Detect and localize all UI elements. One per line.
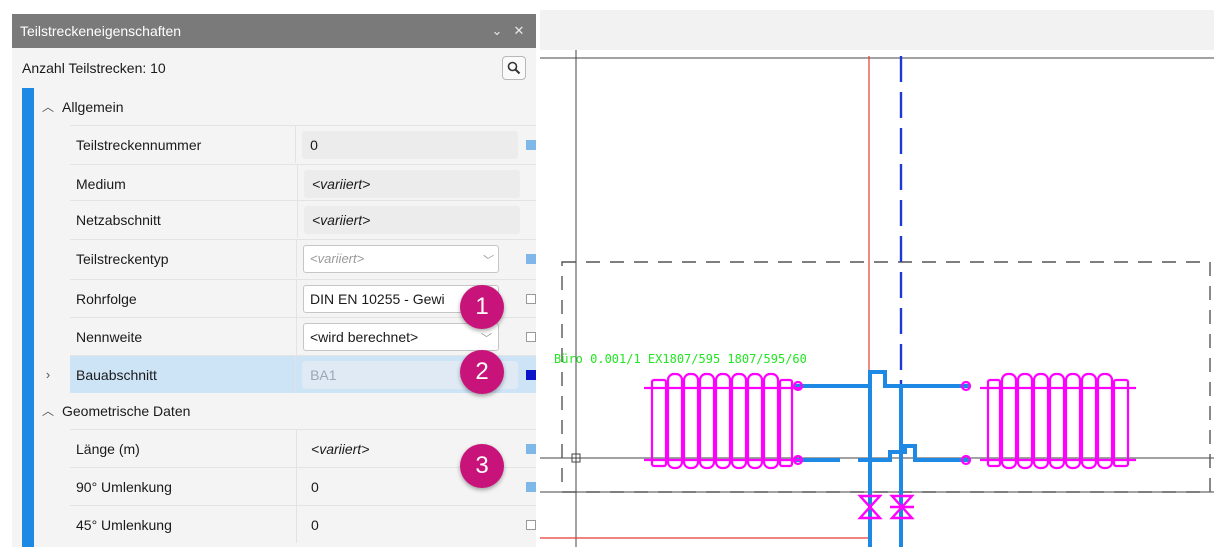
count-row: Anzahl Teilstrecken: 10 — [12, 48, 536, 88]
row-label: Nennweite — [70, 318, 297, 355]
flag-square[interactable] — [526, 481, 536, 492]
row-label: Teilstreckennummer — [70, 126, 297, 163]
umlenkung-45-value[interactable]: 0 — [303, 517, 319, 533]
row-label: Medium — [70, 165, 298, 202]
callout-badge-1: 1 — [460, 285, 504, 329]
accent-bar — [22, 88, 34, 547]
chevron-up-icon: ︿ — [41, 100, 54, 114]
nennweite-value: <wird berechnet> — [310, 328, 419, 345]
netzabschnitt-field[interactable]: <variiert> — [304, 205, 520, 234]
laenge-value[interactable]: <variiert> — [303, 441, 369, 457]
flag-square[interactable] — [526, 519, 536, 530]
close-icon[interactable]: ✕ — [508, 23, 530, 39]
teilstreckennummer-field[interactable]: 0 — [302, 130, 519, 159]
row-teilstreckennummer: Teilstreckennummer 0 — [70, 125, 536, 163]
room-label: Büro 0.001/1 EX1807/595 1807/595/60 — [554, 352, 807, 366]
callout-badge-3: 3 — [460, 444, 504, 488]
flag-square[interactable] — [526, 443, 536, 454]
section-allgemein[interactable]: ︿ Allgemein — [34, 90, 536, 123]
row-label: Rohrfolge — [70, 280, 297, 317]
row-umlenkung-45: 45° Umlenkung 0 — [70, 505, 536, 543]
flag-square[interactable] — [526, 369, 536, 380]
section-label: Geometrische Daten — [62, 402, 191, 419]
rohrfolge-value: DIN EN 10255 - Gewi — [310, 290, 445, 307]
row-label: Netzabschnitt — [70, 201, 298, 238]
panel-menu-icon[interactable]: ⌄ — [486, 23, 508, 39]
chevron-right-icon[interactable]: › — [38, 367, 58, 382]
row-netzabschnitt: Netzabschnitt <variiert> — [70, 200, 536, 238]
panel-title: Teilstreckeneigenschaften — [20, 23, 182, 39]
umlenkung-90-value[interactable]: 0 — [303, 479, 319, 495]
flag-square[interactable] — [526, 331, 536, 342]
cad-drawing — [540, 50, 1214, 547]
cad-viewport[interactable]: Büro 0.001/1 EX1807/595 1807/595/60 — [540, 0, 1214, 547]
chevron-down-icon: ﹀ — [481, 254, 493, 267]
row-teilstreckentyp: Teilstreckentyp <variiert> ﹀ — [70, 239, 536, 277]
medium-field[interactable]: <variiert> — [304, 169, 520, 198]
callout-badge-2: 2 — [460, 350, 504, 394]
chevron-up-icon: ︿ — [41, 404, 54, 418]
section-label: Allgemein — [62, 98, 124, 115]
row-medium: Medium <variiert> — [70, 164, 536, 202]
teilstreckentyp-value: <variiert> — [310, 251, 365, 266]
row-label: Teilstreckentyp — [70, 240, 298, 277]
row-label: Bauabschnitt — [70, 356, 297, 393]
row-label: 90° Umlenkung — [70, 468, 298, 505]
flag-square[interactable] — [526, 253, 536, 264]
flag-square[interactable] — [526, 139, 536, 150]
panel-title-bar: Teilstreckeneigenschaften ⌄ ✕ — [12, 14, 536, 48]
nennweite-select[interactable]: <wird berechnet> ﹀ — [303, 322, 499, 351]
segment-count: Anzahl Teilstrecken: 10 — [22, 60, 166, 76]
teilstreckentyp-select[interactable]: <variiert> ﹀ — [303, 244, 500, 273]
flag-square[interactable] — [526, 293, 536, 304]
search-button[interactable] — [502, 56, 526, 80]
row-label: Länge (m) — [70, 430, 298, 467]
search-icon — [507, 61, 521, 75]
chevron-down-icon: ﹀ — [481, 332, 492, 345]
row-label: 45° Umlenkung — [70, 506, 297, 543]
section-geometrische-daten[interactable]: ︿ Geometrische Daten — [34, 394, 536, 427]
